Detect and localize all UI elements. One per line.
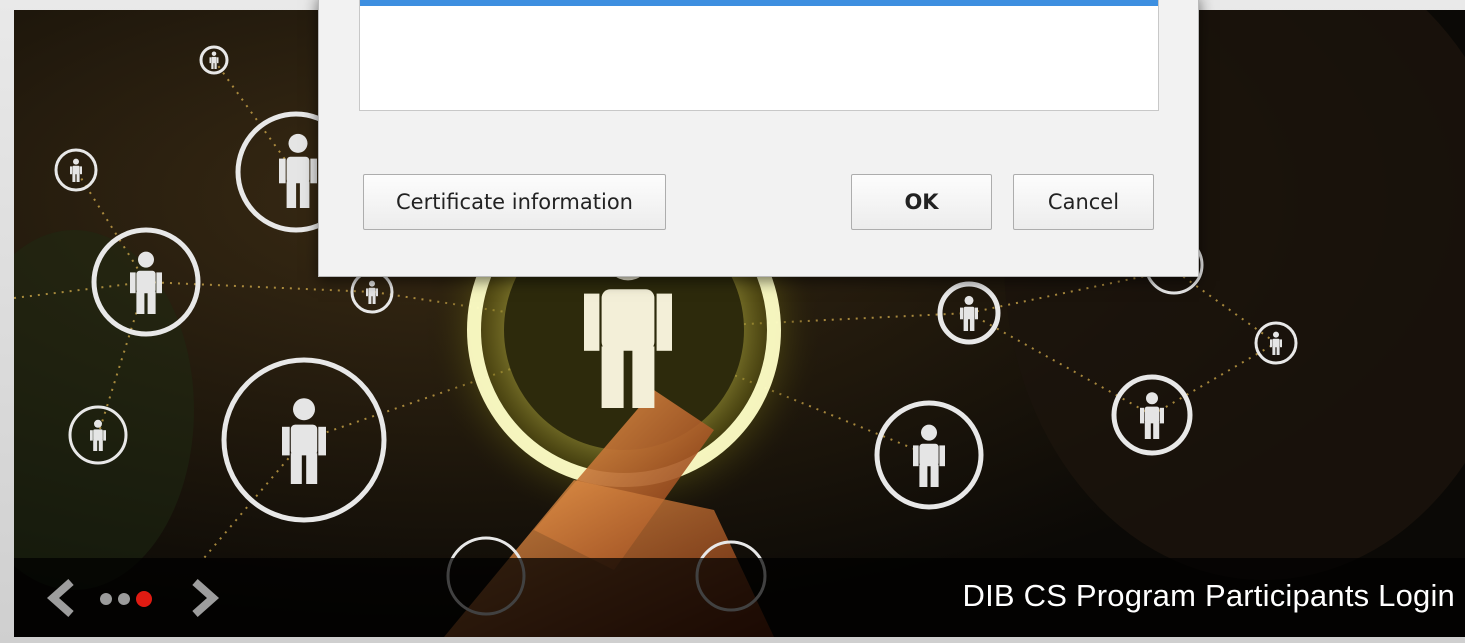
certificate-list[interactable] [359,0,1159,111]
certificate-list-selected-row[interactable] [360,0,1158,6]
ok-button[interactable]: OK [851,174,992,230]
chevron-left-icon[interactable] [42,578,82,618]
certificate-select-dialog: Certificate information OK Cancel [318,0,1199,277]
slider-dots [100,591,152,607]
slider-dot-3[interactable] [136,591,152,607]
chevron-right-icon[interactable] [184,578,224,618]
slider-dot-1[interactable] [100,593,112,605]
slider-dot-2[interactable] [118,593,130,605]
cancel-button[interactable]: Cancel [1013,174,1154,230]
slider-caption[interactable]: DIB CS Program Participants Login [963,578,1455,614]
certificate-information-button[interactable]: Certificate information [363,174,666,230]
slider-caption-bar: DIB CS Program Participants Login [14,558,1465,637]
